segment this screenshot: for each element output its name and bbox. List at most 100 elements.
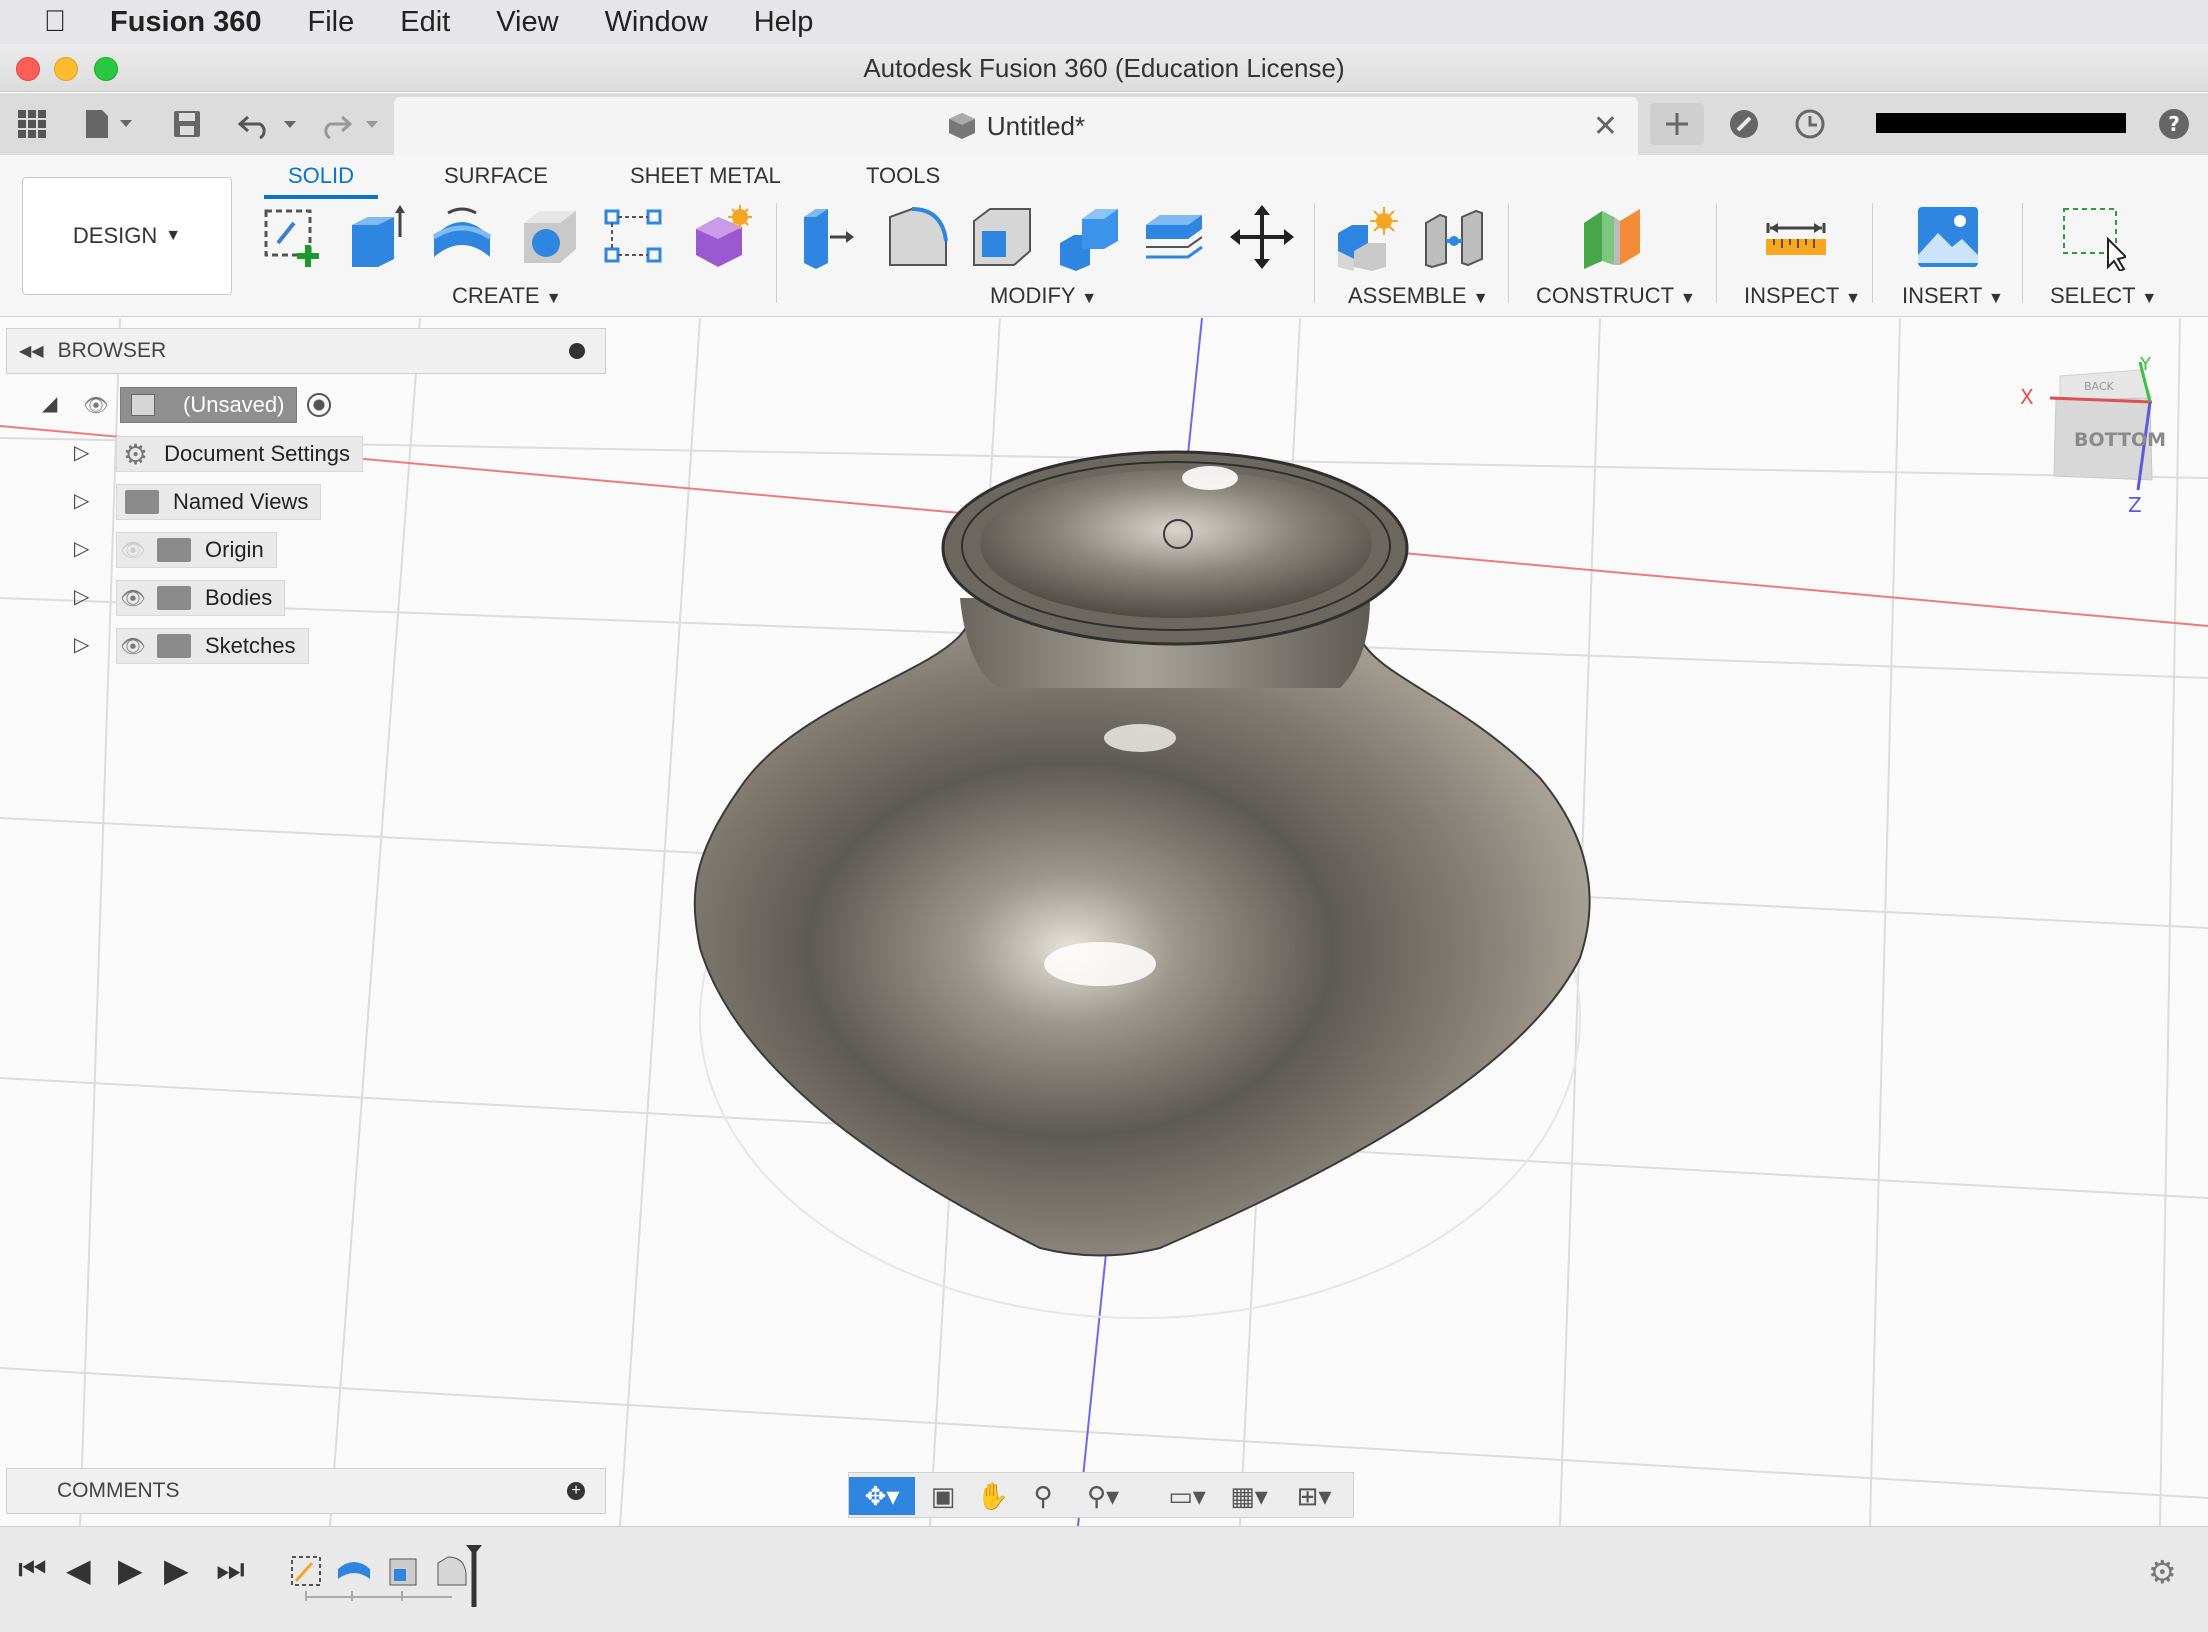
job-status-icon[interactable] [1792, 103, 1828, 145]
browser-item-bodies[interactable]: ▷ 👁 Bodies [74, 578, 286, 618]
axis-x-label: X [2020, 385, 2034, 409]
menu-edit[interactable]: Edit [400, 6, 450, 39]
offset-face-icon[interactable] [1140, 203, 1208, 271]
select-box-icon[interactable] [2058, 203, 2126, 271]
tab-solid[interactable]: SOLID [263, 163, 379, 199]
group-construct[interactable]: CONSTRUCT ▼ [1536, 283, 1696, 309]
add-comment-icon[interactable]: + [567, 1482, 585, 1500]
browser-item-sketches[interactable]: ▷ 👁 Sketches [74, 626, 309, 666]
grid-settings-icon[interactable]: ▦▾ [1219, 1477, 1279, 1515]
menu-app-name[interactable]: Fusion 360 [110, 6, 262, 39]
step-back-icon[interactable]: ◀ [66, 1551, 91, 1589]
construct-plane-icon[interactable] [1580, 203, 1648, 271]
workspace-switcher[interactable]: DESIGN ▼ [22, 177, 232, 295]
minimize-window-button[interactable] [54, 57, 78, 81]
canvas-viewport[interactable]: BOTTOM BACK X Y Z [0, 318, 2208, 1526]
joint-icon[interactable] [1420, 203, 1488, 271]
ribbon-separator [776, 203, 777, 303]
visibility-eye-icon[interactable]: 👁 [117, 586, 149, 611]
close-tab-icon[interactable]: ✕ [1593, 109, 1618, 144]
create-sketch-icon[interactable] [258, 203, 326, 271]
browser-item-document-settings[interactable]: ▷ ⚙ Document Settings [74, 434, 363, 474]
activate-radio-icon[interactable] [307, 393, 332, 417]
combine-icon[interactable] [1054, 203, 1122, 271]
fit-zoom-icon[interactable]: ⚲▾ [1073, 1477, 1133, 1515]
visibility-eye-icon[interactable]: 👁 [117, 634, 149, 659]
browser-item-named-views[interactable]: ▷ Named Views [74, 482, 322, 522]
comments-panel-header[interactable]: COMMENTS + [6, 1468, 606, 1514]
menu-help[interactable]: Help [754, 6, 814, 39]
help-icon[interactable]: ? [2156, 103, 2192, 145]
group-insert[interactable]: INSERT ▼ [1902, 283, 2004, 309]
shell-icon[interactable] [968, 203, 1036, 271]
group-assemble[interactable]: ASSEMBLE ▼ [1348, 283, 1489, 309]
browser-item-origin[interactable]: ▷ 👁 Origin [74, 530, 277, 570]
press-pull-icon[interactable] [798, 203, 866, 271]
data-panel-grid-icon[interactable] [14, 103, 50, 145]
expand-triangle-icon[interactable]: ▷ [74, 584, 89, 609]
revolve-icon[interactable] [428, 203, 496, 271]
tab-sheet-metal[interactable]: SHEET METAL [630, 163, 781, 189]
display-settings-icon[interactable]: ▭▾ [1157, 1477, 1217, 1515]
folder-icon [157, 634, 191, 658]
hole-icon[interactable] [516, 203, 584, 271]
save-icon[interactable] [170, 103, 204, 145]
view-cube-top-label[interactable]: BACK [2084, 380, 2115, 393]
viewports-icon[interactable]: ⊞▾ [1281, 1477, 1347, 1515]
hidden-eye-icon[interactable]: 👁 [117, 538, 149, 563]
timeline-features[interactable] [286, 1545, 486, 1607]
new-tab-icon[interactable] [1650, 103, 1704, 145]
browser-root-row[interactable]: ◢ 👁 (Unsaved) [28, 385, 332, 425]
timeline-settings-gear-icon[interactable]: ⚙ [2148, 1553, 2177, 1591]
redo-icon[interactable] [318, 103, 388, 145]
zoom-icon[interactable]: ⚲ [1023, 1477, 1063, 1515]
expand-triangle-icon[interactable]: ▷ [74, 488, 89, 513]
expand-triangle-icon[interactable]: ▷ [74, 632, 89, 657]
menu-file[interactable]: File [308, 6, 355, 39]
close-window-button[interactable] [16, 57, 40, 81]
create-form-icon[interactable] [688, 203, 756, 271]
visibility-eye-icon[interactable]: 👁 [80, 393, 112, 418]
file-menu-icon[interactable] [82, 103, 142, 145]
browser-panel-header[interactable]: ◀◀ BROWSER [6, 328, 606, 374]
tab-tools[interactable]: TOOLS [866, 163, 940, 189]
redacted-user-name[interactable] [1876, 113, 2126, 133]
view-cube[interactable]: BOTTOM BACK X Y Z [2020, 354, 2166, 517]
apple-icon[interactable]:  [0, 5, 110, 39]
extensions-icon[interactable] [1726, 103, 1762, 145]
expand-triangle-icon[interactable]: ▷ [74, 536, 89, 561]
expand-triangle-icon[interactable]: ▷ [74, 440, 89, 465]
tab-surface[interactable]: SURFACE [444, 163, 548, 189]
browser-pin-icon[interactable] [569, 343, 585, 359]
root-component-item[interactable]: (Unsaved) [120, 387, 298, 423]
group-modify[interactable]: MODIFY ▼ [990, 283, 1097, 309]
group-create[interactable]: CREATE ▼ [452, 283, 562, 309]
view-cube-face-label[interactable]: BOTTOM [2074, 429, 2166, 451]
go-to-start-icon[interactable]: ⏮ [18, 1551, 47, 1589]
vase-body[interactable] [693, 450, 1591, 1257]
menu-window[interactable]: Window [605, 6, 708, 39]
group-inspect[interactable]: INSPECT ▼ [1744, 283, 1861, 309]
look-at-icon[interactable]: ▣ [923, 1477, 963, 1515]
extrude-icon[interactable] [344, 203, 412, 271]
measure-icon[interactable] [1762, 203, 1830, 271]
group-insert-label: INSERT [1902, 283, 1982, 308]
pattern-icon[interactable] [600, 203, 668, 271]
insert-image-icon[interactable] [1914, 203, 1982, 271]
group-select[interactable]: SELECT ▼ [2050, 283, 2157, 309]
zoom-window-button[interactable] [94, 57, 118, 81]
play-icon[interactable]: ▶ [118, 1551, 143, 1589]
step-forward-icon[interactable]: ▶ [164, 1551, 189, 1589]
expand-triangle-icon[interactable]: ◢ [42, 391, 57, 416]
document-tab[interactable]: Untitled* ✕ [394, 97, 1638, 155]
go-to-end-icon[interactable]: ⏭ [216, 1551, 245, 1589]
model-canvas[interactable]: BOTTOM BACK X Y Z [0, 318, 2208, 1526]
undo-icon[interactable] [236, 103, 306, 145]
move-copy-icon[interactable] [1228, 203, 1296, 271]
new-component-icon[interactable] [1334, 203, 1402, 271]
menu-view[interactable]: View [496, 6, 558, 39]
pan-hand-icon[interactable]: ✋ [973, 1477, 1013, 1515]
orbit-icon[interactable]: ✥▾ [849, 1477, 915, 1515]
collapse-browser-icon[interactable]: ◀◀ [19, 341, 44, 361]
fillet-icon[interactable] [884, 203, 952, 271]
